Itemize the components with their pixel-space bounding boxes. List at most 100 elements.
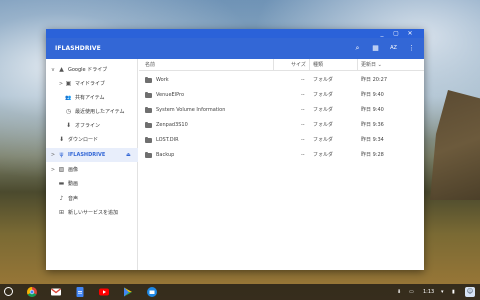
screen-capture-icon[interactable]: ▭ [409, 286, 414, 298]
docs-icon[interactable] [75, 287, 85, 297]
folder-icon [145, 77, 152, 83]
file-row[interactable]: LOST.DIR -- フォルダ 昨日 9:34 [139, 133, 424, 148]
file-modified: 昨日 9:40 [361, 92, 384, 98]
file-modified: 昨日 9:40 [361, 107, 384, 113]
images-icon: ▨ [58, 166, 65, 173]
file-name: System Volume Information [156, 107, 226, 113]
user-avatar[interactable]: ☺ [465, 287, 475, 297]
audio-icon: ♪ [59, 195, 64, 202]
column-name-header[interactable]: 名前 [145, 59, 155, 71]
folder-icon [145, 137, 152, 143]
sidebar-item-label: 音声 [68, 196, 79, 202]
app-toolbar: IFLASHDRIVE ⌕ ▦ AZ ⋮ [46, 38, 424, 59]
window-titlebar[interactable]: _ ▢ ✕ [46, 29, 424, 38]
file-name: LOST.DIR [156, 137, 179, 143]
sidebar-item-label: 最近使用したアイテム [75, 109, 125, 115]
file-size: -- [301, 107, 305, 113]
minimize-button[interactable]: _ [376, 29, 388, 38]
files-icon[interactable] [147, 287, 157, 297]
search-icon[interactable]: ⌕ [351, 42, 364, 55]
file-type: フォルダ [313, 137, 334, 143]
file-list-header: 名前 サイズ 種類 更新日 ⌄ [139, 59, 424, 71]
file-size: -- [301, 152, 305, 158]
wifi-icon: ▾ [441, 289, 444, 295]
folder-icon [145, 122, 152, 128]
column-size-header[interactable]: サイズ [291, 59, 306, 71]
sidebar-item-audio[interactable]: ♪ 音声 [46, 192, 138, 206]
gmail-icon[interactable] [51, 287, 61, 297]
file-type: フォルダ [313, 152, 334, 158]
file-size: -- [301, 77, 305, 83]
sidebar-item-label: 新しいサービスを追加 [68, 210, 119, 216]
file-list-pane: 名前 サイズ 種類 更新日 ⌄ Work -- フォルダ 昨日 20:27 Ve… [139, 59, 424, 270]
file-name: Backup [156, 152, 175, 158]
download-status-icon[interactable]: ⬇ [397, 286, 401, 298]
file-modified: 昨日 20:27 [361, 77, 387, 83]
sidebar-item-shared[interactable]: 👥 共有アイテム [46, 91, 138, 105]
sidebar-item-videos[interactable]: ▬ 動画 [46, 177, 138, 191]
folder-icon [145, 152, 152, 158]
file-type: フォルダ [313, 107, 334, 113]
file-name: VenueElPro [156, 92, 185, 98]
sidebar-item-images[interactable]: > ▨ 画像 [46, 163, 138, 177]
chevron-right-icon[interactable]: > [50, 148, 56, 162]
sidebar-item-recent[interactable]: ◷ 最近使用したアイテム [46, 105, 138, 119]
drive-icon: ▲ [59, 66, 64, 73]
sort-az-icon[interactable]: AZ [387, 42, 400, 55]
sidebar-item-offline[interactable]: ⬇ オフライン [46, 119, 138, 133]
sidebar-item-google-drive[interactable]: v ▲ Google ドライブ [46, 63, 138, 77]
navigation-sidebar: v ▲ Google ドライブ > ▣ マイドライブ 👥 共有アイテム ◷ 最近… [46, 59, 138, 270]
youtube-icon[interactable] [99, 287, 109, 297]
offline-icon: ⬇ [65, 122, 72, 129]
column-divider[interactable] [273, 59, 274, 71]
chevron-right-icon[interactable]: > [50, 163, 56, 177]
close-button[interactable]: ✕ [404, 29, 416, 38]
eject-icon[interactable]: ⏏ [126, 148, 131, 162]
files-app-window: _ ▢ ✕ IFLASHDRIVE ⌕ ▦ AZ ⋮ v ▲ Google ドラ… [46, 29, 424, 270]
file-row[interactable]: Zenpad3S10 -- フォルダ 昨日 9:36 [139, 118, 424, 133]
file-row[interactable]: System Volume Information -- フォルダ 昨日 9:4… [139, 103, 424, 118]
system-tray[interactable]: ⬇ ▭ 1:13 ▾ ▮ ☺ [397, 286, 477, 298]
folder-icon [145, 107, 152, 113]
sidebar-item-label: IFLASHDRIVE [68, 152, 106, 158]
grid-view-icon[interactable]: ▦ [369, 42, 382, 55]
file-row[interactable]: Work -- フォルダ 昨日 20:27 [139, 73, 424, 88]
sidebar-item-label: Google ドライブ [68, 67, 108, 73]
clock-time: 1:13 [423, 289, 435, 295]
sidebar-item-my-drive[interactable]: > ▣ マイドライブ [46, 77, 138, 91]
sidebar-item-label: 画像 [68, 167, 79, 173]
chevron-down-icon[interactable]: v [50, 63, 56, 77]
sidebar-item-label: マイドライブ [75, 81, 106, 87]
download-icon: ⬇ [58, 136, 65, 143]
sidebar-item-label: オフライン [75, 123, 101, 129]
sidebar-item-downloads[interactable]: ⬇ ダウンロード [46, 133, 138, 147]
current-location-title: IFLASHDRIVE [55, 45, 101, 52]
file-row[interactable]: Backup -- フォルダ 昨日 9:28 [139, 148, 424, 163]
column-divider[interactable] [357, 59, 358, 71]
chromeos-shelf: ⬇ ▭ 1:13 ▾ ▮ ☺ [0, 284, 480, 300]
sidebar-item-add-service[interactable]: ⊞ 新しいサービスを追加 [46, 206, 138, 220]
file-name: Zenpad3S10 [156, 122, 188, 128]
sidebar-item-label: 共有アイテム [75, 95, 105, 101]
my-drive-icon: ▣ [65, 80, 72, 87]
sidebar-item-iflashdrive[interactable]: > ψ IFLASHDRIVE ⏏ [46, 148, 138, 162]
chrome-icon[interactable] [27, 287, 37, 297]
file-modified: 昨日 9:34 [361, 137, 384, 143]
chevron-right-icon[interactable]: > [58, 77, 64, 91]
file-type: フォルダ [313, 92, 334, 98]
file-size: -- [301, 92, 305, 98]
column-type-header[interactable]: 種類 [313, 59, 323, 71]
launcher-button[interactable] [4, 287, 13, 296]
videos-icon: ▬ [58, 180, 65, 187]
file-modified: 昨日 9:28 [361, 152, 384, 158]
column-modified-header[interactable]: 更新日 ⌄ [361, 59, 382, 71]
file-size: -- [301, 122, 305, 128]
sidebar-item-label: ダウンロード [68, 137, 99, 143]
file-size: -- [301, 137, 305, 143]
play-store-icon[interactable] [123, 287, 133, 297]
more-vert-icon[interactable]: ⋮ [405, 42, 418, 55]
column-divider[interactable] [309, 59, 310, 71]
file-row[interactable]: VenueElPro -- フォルダ 昨日 9:40 [139, 88, 424, 103]
maximize-button[interactable]: ▢ [390, 29, 402, 38]
folder-icon [145, 92, 152, 98]
